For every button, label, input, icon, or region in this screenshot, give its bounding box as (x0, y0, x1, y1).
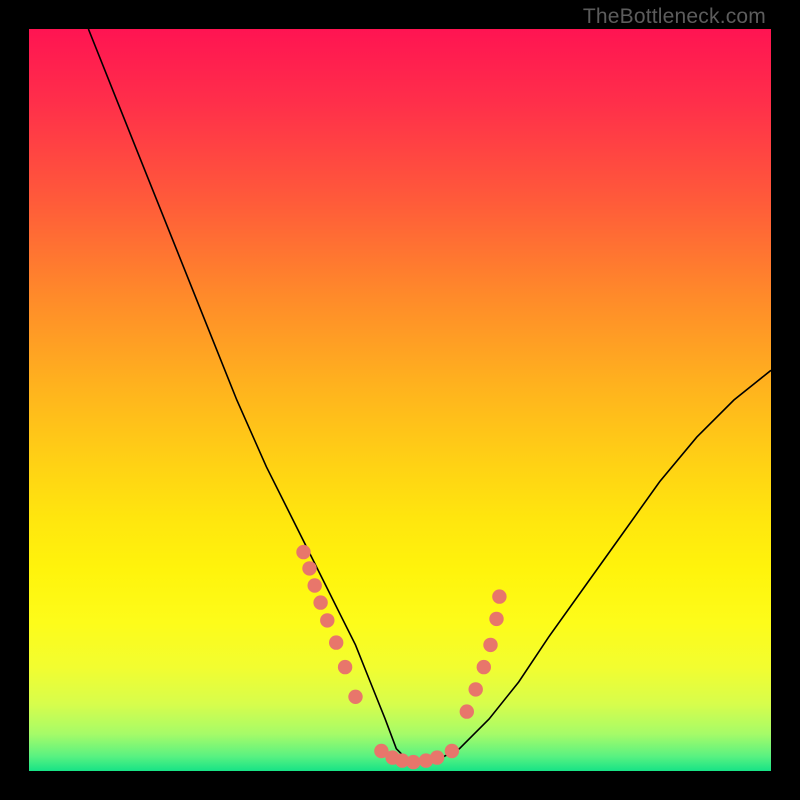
marker-dot (492, 589, 506, 603)
marker-dot (460, 704, 474, 718)
marker-dot (430, 750, 444, 764)
plot-area (29, 29, 771, 771)
marker-dot (308, 578, 322, 592)
curve-layer (88, 29, 771, 762)
marker-dot (477, 660, 491, 674)
marker-dot (329, 635, 343, 649)
outer-frame: TheBottleneck.com (0, 0, 800, 800)
marker-dot (313, 595, 327, 609)
bottleneck-curve (88, 29, 771, 762)
watermark-text: TheBottleneck.com (583, 5, 766, 29)
marker-dot (320, 613, 334, 627)
marker-dot (489, 612, 503, 626)
marker-dot (406, 755, 420, 769)
marker-dot (302, 561, 316, 575)
marker-dot (445, 744, 459, 758)
marker-dot (296, 545, 310, 559)
chart-svg (29, 29, 771, 771)
marker-dot (348, 690, 362, 704)
marker-layer (296, 545, 506, 769)
marker-dot (338, 660, 352, 674)
marker-dot (483, 638, 497, 652)
marker-dot (469, 682, 483, 696)
